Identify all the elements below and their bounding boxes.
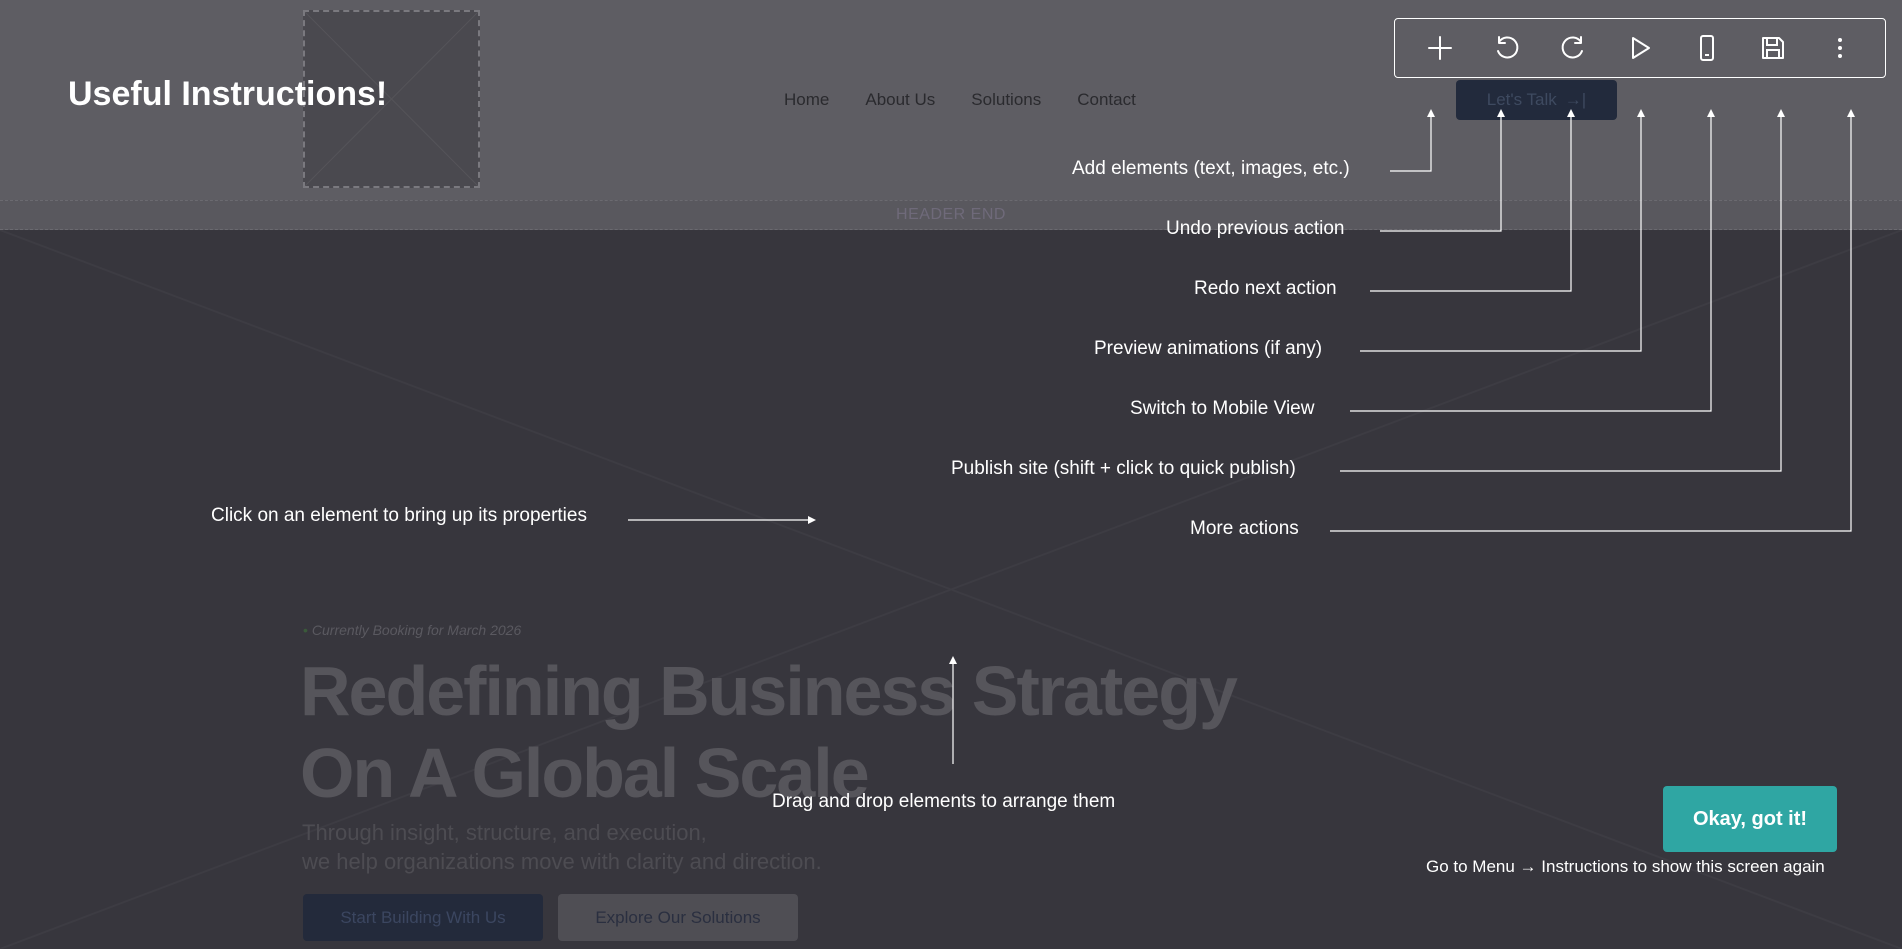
mobile-icon: [1699, 35, 1714, 61]
hero-tagline[interactable]: • Currently Booking for March 2026: [303, 622, 521, 638]
redo-label: Redo next action: [1194, 278, 1337, 299]
nav-item-solutions[interactable]: Solutions: [971, 90, 1041, 110]
redo-button[interactable]: [1553, 28, 1593, 68]
preview-button[interactable]: [1620, 28, 1660, 68]
status-dot-icon: •: [303, 622, 308, 638]
preview-label: Preview animations (if any): [1094, 338, 1323, 359]
undo-button[interactable]: [1487, 28, 1527, 68]
arrow-right-bar-icon: →|: [1564, 90, 1587, 109]
hero-background-lines: [0, 230, 1902, 949]
subtext-line-1: Through insight, structure, and executio…: [302, 820, 707, 845]
nav-item-about[interactable]: About Us: [865, 90, 935, 110]
add-elements-label: Add elements (text, images, etc.): [1072, 158, 1350, 179]
start-building-button[interactable]: Start Building With Us: [303, 894, 543, 941]
mobile-view-button[interactable]: [1687, 28, 1727, 68]
nav-item-contact[interactable]: Contact: [1077, 90, 1136, 110]
publish-label: Publish site (shift + click to quick pub…: [951, 458, 1296, 479]
redo-icon: [1562, 36, 1584, 59]
hero-subtext[interactable]: Through insight, structure, and executio…: [302, 818, 822, 876]
mobile-view-label: Switch to Mobile View: [1130, 398, 1315, 419]
plus-icon: [1428, 36, 1453, 60]
okay-got-it-button[interactable]: Okay, got it!: [1663, 786, 1837, 852]
lets-talk-button[interactable]: Let's Talk →|: [1456, 80, 1617, 120]
tagline-text: Currently Booking for March 2026: [311, 622, 522, 638]
instructions-title: Useful Instructions!: [68, 75, 388, 113]
site-nav: Home About Us Solutions Contact: [784, 90, 1136, 110]
hero-headline[interactable]: Redefining Business Strategy On A Global…: [300, 650, 1238, 814]
editor-toolbar: [1394, 18, 1886, 78]
drag-drop-hint: Drag and drop elements to arrange them: [772, 791, 1116, 812]
undo-icon: [1496, 36, 1519, 59]
lets-talk-label: Let's Talk: [1486, 90, 1557, 109]
editor-page: Home About Us Solutions Contact Let's Ta…: [0, 0, 1902, 949]
more-actions-button[interactable]: [1820, 28, 1860, 68]
header-end-label: HEADER END: [896, 206, 1006, 223]
more-actions-label: More actions: [1190, 518, 1299, 539]
reopen-instructions-hint: Go to Menu → Instructions to show this s…: [1426, 857, 1825, 876]
headline-line-1: Redefining Business Strategy: [300, 652, 1238, 730]
explore-solutions-button[interactable]: Explore Our Solutions: [558, 894, 798, 941]
undo-label: Undo previous action: [1166, 218, 1345, 239]
more-vertical-icon: [1837, 38, 1842, 58]
header-end-divider: HEADER END: [0, 200, 1902, 230]
nav-item-home[interactable]: Home: [784, 90, 829, 110]
publish-button[interactable]: [1753, 28, 1793, 68]
subtext-line-2: we help organizations move with clarity …: [302, 849, 822, 874]
save-icon: [1762, 37, 1785, 59]
play-icon: [1631, 37, 1650, 59]
click-element-hint: Click on an element to bring up its prop…: [211, 505, 587, 526]
add-element-button[interactable]: [1420, 28, 1460, 68]
